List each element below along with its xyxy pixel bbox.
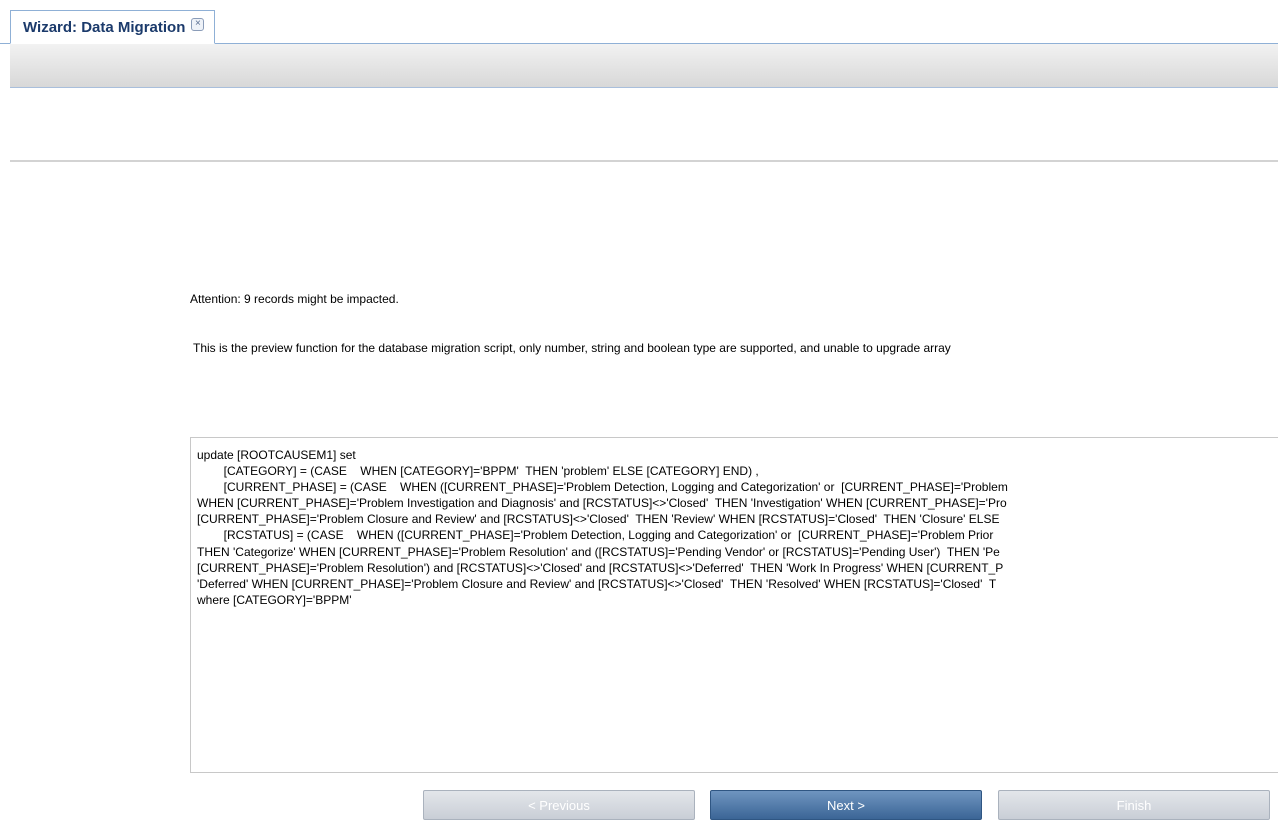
editor-tab-bar: Wizard: Data Migration × [0,0,1278,44]
tab-title: Wizard: Data Migration [23,18,186,36]
script-line: WHEN [CURRENT_PHASE]='Problem Investigat… [197,496,1007,511]
next-button[interactable]: Next > [710,790,982,820]
script-line: [RCSTATUS] = (CASE WHEN ([CURRENT_PHASE]… [197,528,994,543]
script-line: update [ROOTCAUSEM1] set [197,448,356,462]
previous-button[interactable]: < Previous [423,790,695,820]
script-line: where [CATEGORY]='BPPM' [197,592,352,607]
tab-wizard-data-migration[interactable]: Wizard: Data Migration × [10,10,216,44]
close-icon[interactable]: × [191,17,205,31]
script-line: [CURRENT_PHASE] = (CASE WHEN ([CURRENT_P… [197,480,1008,495]
attention-message: Attention: 9 records might be impacted. [190,292,399,306]
header-separator [10,160,1278,162]
script-line: [CURRENT_PHASE]='Problem Resolution') an… [197,560,1004,575]
migration-script-textarea[interactable]: update [ROOTCAUSEM1] set [CATEGORY] = (C… [190,437,1278,773]
script-line: [CATEGORY] = (CASE WHEN [CATEGORY]='BPPM… [197,464,759,479]
wizard-toolbar [10,44,1278,88]
preview-description: This is the preview function for the dat… [193,341,951,355]
script-lines: update [ROOTCAUSEM1] set [CATEGORY] = (C… [197,447,1008,608]
finish-button[interactable]: Finish [998,790,1270,820]
script-line: THEN 'Categorize' WHEN [CURRENT_PHASE]='… [197,544,1000,559]
script-line: [CURRENT_PHASE]='Problem Closure and Rev… [197,512,1000,527]
script-line: 'Deferred' WHEN [CURRENT_PHASE]='Problem… [197,576,997,591]
